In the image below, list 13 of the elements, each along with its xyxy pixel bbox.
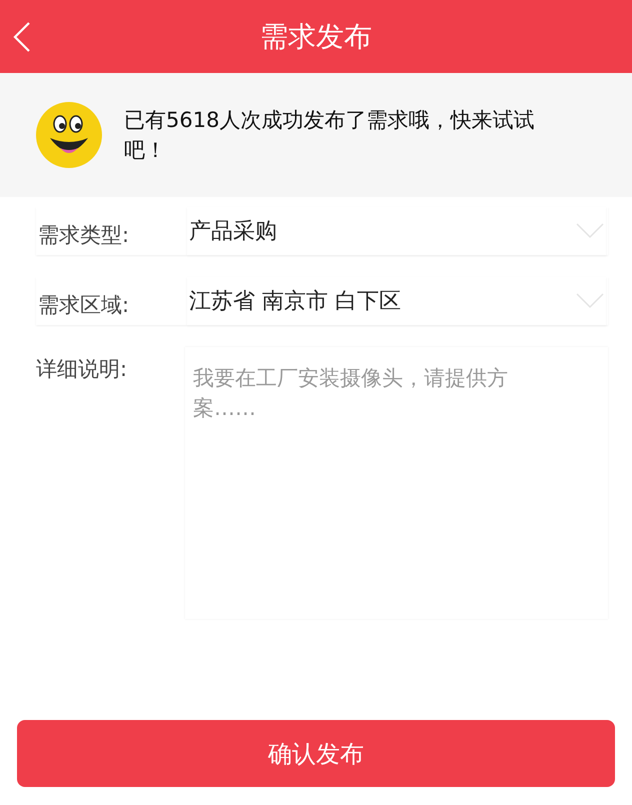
page-title: 需求发布: [260, 18, 372, 54]
select-field[interactable]: 江苏省 南京市 白下区: [187, 277, 606, 325]
dropdown-icon: [576, 293, 604, 309]
field-label: 需求区域:: [38, 292, 130, 319]
field-label: 详细说明:: [36, 356, 128, 383]
dropdown-icon: [576, 223, 604, 239]
banner-message: 已有5618人次成功发布了需求哦，快来试试吧！: [124, 107, 536, 164]
back-icon: [12, 21, 32, 53]
smiley-icon: [36, 102, 102, 168]
field-label: 需求类型:: [38, 222, 130, 249]
description-field[interactable]: 我要在工厂安装摄像头，请提供方案……: [185, 347, 608, 619]
select-field[interactable]: 产品采购: [187, 207, 606, 255]
submit-button[interactable]: 确认发布: [17, 720, 615, 787]
